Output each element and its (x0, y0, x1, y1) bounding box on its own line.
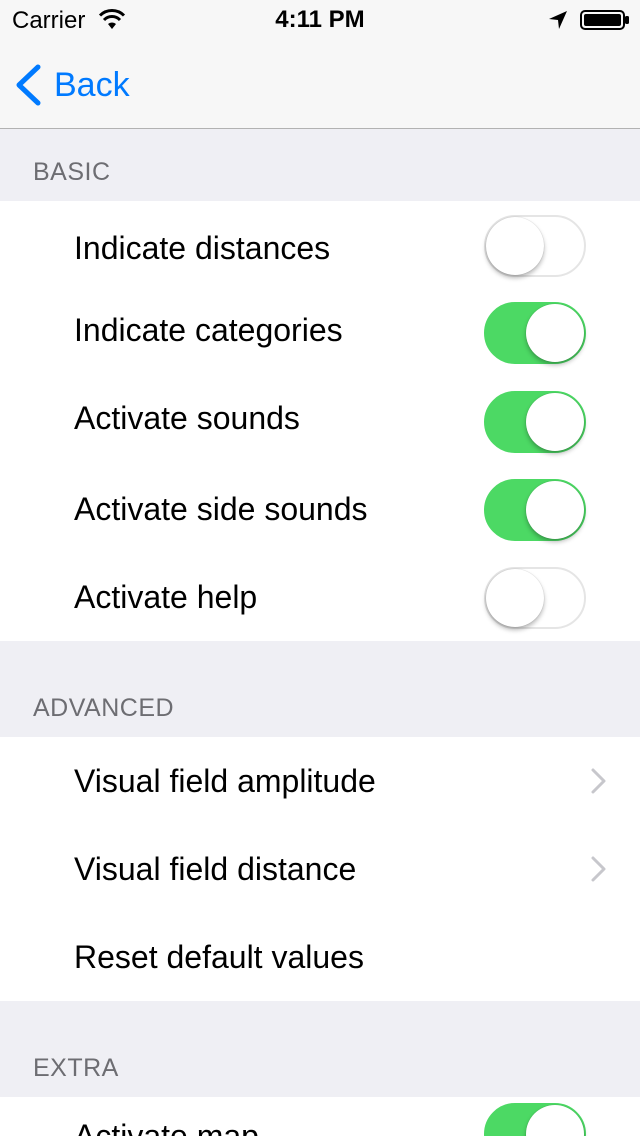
switch-knob (526, 393, 584, 451)
row-label: Indicate distances (74, 230, 331, 266)
row-label: Indicate categories (74, 312, 343, 348)
switch-knob (526, 481, 584, 539)
row-label: Visual field amplitude (74, 763, 376, 799)
chevron-left-icon (16, 64, 41, 106)
row-label: Activate side sounds (74, 491, 368, 527)
switch-knob (486, 217, 544, 275)
row-activate-map: Activate map (0, 1097, 640, 1136)
indicate-categories-switch[interactable] (484, 302, 586, 364)
advanced-settings-group: Visual field amplitude Visual field dist… (0, 737, 640, 1001)
activate-map-switch[interactable] (484, 1103, 586, 1136)
row-activate-help: Activate help (0, 553, 640, 641)
section-header-extra: EXTRA (33, 1054, 119, 1082)
row-label: Visual field distance (74, 851, 357, 887)
extra-settings-group: Activate map (0, 1097, 640, 1136)
row-visual-field-amplitude[interactable]: Visual field amplitude (0, 737, 640, 825)
row-label: Activate sounds (74, 400, 300, 436)
row-label: Reset default values (74, 939, 364, 975)
row-reset-default-values[interactable]: Reset default values (0, 913, 640, 1001)
settings-screen: Carrier 4:11 PM Back BASIC Indicate dist… (0, 0, 640, 1136)
section-header-advanced: ADVANCED (33, 694, 175, 722)
row-indicate-distances: Indicate distances (0, 201, 640, 289)
chevron-right-icon (591, 768, 606, 794)
navigation-bar: Back (0, 40, 640, 128)
activate-help-switch[interactable] (484, 567, 586, 629)
top-bar: Carrier 4:11 PM Back (0, 0, 640, 129)
row-activate-sounds: Activate sounds (0, 377, 640, 465)
basic-settings-group: Indicate distances Indicate categories A… (0, 201, 640, 641)
chevron-right-icon (591, 856, 606, 882)
status-time: 4:11 PM (275, 6, 365, 33)
section-header-basic: BASIC (33, 158, 111, 186)
indicate-distances-switch[interactable] (484, 215, 586, 277)
row-activate-side-sounds: Activate side sounds (0, 465, 640, 553)
back-button[interactable]: Back (14, 62, 130, 108)
activate-side-sounds-switch[interactable] (484, 479, 586, 541)
row-visual-field-distance[interactable]: Visual field distance (0, 825, 640, 913)
row-label: Activate help (74, 579, 258, 615)
row-label: Activate map (74, 1118, 259, 1136)
battery-icon (580, 10, 629, 30)
switch-knob (526, 304, 584, 362)
activate-sounds-switch[interactable] (484, 391, 586, 453)
switch-knob (526, 1105, 584, 1136)
row-indicate-categories: Indicate categories (0, 289, 640, 377)
switch-knob (486, 569, 544, 627)
back-button-label: Back (54, 65, 130, 104)
status-bar: Carrier 4:11 PM (0, 0, 640, 40)
location-arrow-icon (549, 11, 567, 29)
